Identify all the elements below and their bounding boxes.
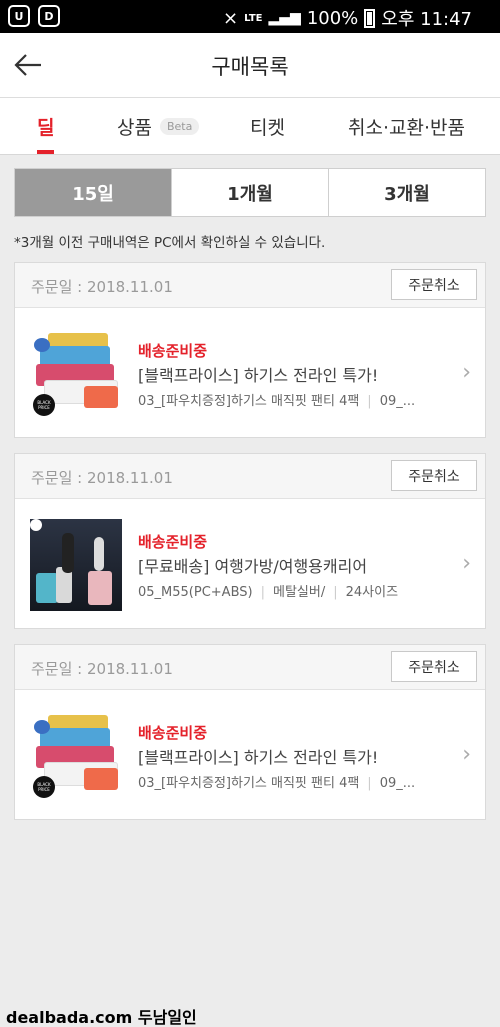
tab-cancel-exchange-return[interactable]: 취소·교환·반품 <box>348 98 465 155</box>
app-header: 구매목록 <box>0 33 500 98</box>
tab-label: 티켓 <box>250 117 285 139</box>
order-card: 주문일 : 2018.11.01 주문취소 BLACK PRICE 배송준비중 … <box>14 644 486 820</box>
signal-icon: ▂▄▆ <box>268 10 301 26</box>
status-bar: U D ⨯ LTE ▂▄▆ 100% 오후 11:47 <box>0 0 500 33</box>
page-title: 구매목록 <box>211 55 289 79</box>
black-price-badge: BLACK PRICE <box>33 776 55 798</box>
tab-product[interactable]: 상품 Beta <box>117 98 200 155</box>
tab-ticket[interactable]: 티켓 <box>250 98 285 155</box>
product-options: 05_M55(PC+ABS) | 메탈실버/| 24사이즈 <box>138 585 399 600</box>
history-notice: *3개월 이전 구매내역은 PC에서 확인하실 수 있습니다. <box>14 235 326 251</box>
order-card-header: 주문일 : 2018.11.01 주문취소 <box>15 645 485 690</box>
network-type: LTE <box>244 12 263 24</box>
product-thumbnail <box>30 519 122 611</box>
order-item[interactable]: 배송준비중 [무료배송] 여행가방/여행용캐리어 05_M55(PC+ABS) |… <box>15 499 485 629</box>
period-15days-button[interactable]: 15일 <box>15 169 172 216</box>
product-name: [블랙프라이스] 하기스 전라인 특가! <box>138 748 379 767</box>
app-notification-icon: D <box>38 5 60 27</box>
product-thumbnail: BLACK PRICE <box>30 710 122 802</box>
period-1month-button[interactable]: 1개월 <box>172 169 329 216</box>
order-date: 주문일 : 2018.11.01 <box>31 469 173 487</box>
beta-badge: Beta <box>159 118 200 135</box>
chevron-right-icon: › <box>462 551 471 576</box>
chevron-right-icon: › <box>462 742 471 767</box>
product-name: [무료배송] 여행가방/여행용캐리어 <box>138 557 368 576</box>
cancel-order-button[interactable]: 주문취소 <box>391 651 477 682</box>
clock: 오후 11:47 <box>381 9 472 30</box>
product-options: 03_[파우치증정]하기스 매직핏 팬티 4팩 | 09_... <box>138 394 416 409</box>
order-date: 주문일 : 2018.11.01 <box>31 660 173 678</box>
mute-icon: ⨯ <box>223 7 239 29</box>
order-item[interactable]: BLACK PRICE 배송준비중 [블랙프라이스] 하기스 전라인 특가! 0… <box>15 690 485 820</box>
order-card-header: 주문일 : 2018.11.01 주문취소 <box>15 263 485 308</box>
period-3months-button[interactable]: 3개월 <box>329 169 485 216</box>
order-status: 배송준비중 <box>138 724 208 742</box>
app-notification-icon: U <box>8 5 30 27</box>
product-options: 03_[파우치증정]하기스 매직핏 팬티 4팩 | 09_... <box>138 776 416 791</box>
order-card: 주문일 : 2018.11.01 주문취소 배송준비중 [무료배송] 여행가방/… <box>14 453 486 629</box>
chevron-right-icon: › <box>462 360 471 385</box>
tab-label: 상품 <box>117 117 152 139</box>
black-price-badge: BLACK PRICE <box>33 394 55 416</box>
order-status: 배송준비중 <box>138 342 208 360</box>
battery-icon <box>364 8 376 28</box>
tab-label: 딜 <box>37 117 55 139</box>
order-card-header: 주문일 : 2018.11.01 주문취소 <box>15 454 485 499</box>
tab-deal[interactable]: 딜 <box>37 98 54 155</box>
cancel-order-button[interactable]: 주문취소 <box>391 460 477 491</box>
cancel-order-button[interactable]: 주문취소 <box>391 269 477 300</box>
product-name: [블랙프라이스] 하기스 전라인 특가! <box>138 366 379 385</box>
product-thumbnail: BLACK PRICE <box>30 328 122 420</box>
watermark: dealbada.com 두남일인 <box>6 1008 197 1027</box>
active-tab-indicator <box>37 150 54 154</box>
battery-percent: 100% <box>306 7 359 29</box>
category-tabs: 딜 상품 Beta 티켓 취소·교환·반품 <box>0 98 500 155</box>
order-status: 배송준비중 <box>138 533 208 551</box>
order-card: 주문일 : 2018.11.01 주문취소 BLACK PRICE 배송준비중 … <box>14 262 486 438</box>
order-item[interactable]: BLACK PRICE 배송준비중 [블랙프라이스] 하기스 전라인 특가! 0… <box>15 308 485 438</box>
tab-label: 취소·교환·반품 <box>348 117 465 139</box>
order-date: 주문일 : 2018.11.01 <box>31 278 173 296</box>
period-selector: 15일 1개월 3개월 <box>14 168 486 217</box>
